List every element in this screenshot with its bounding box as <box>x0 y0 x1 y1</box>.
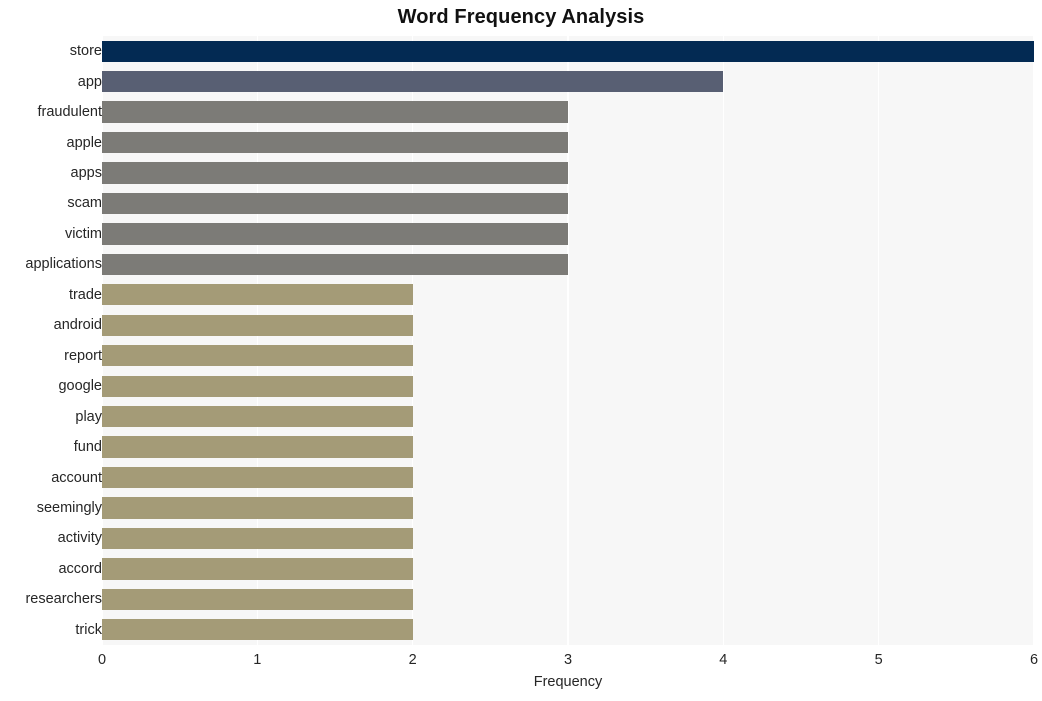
x-tick-label-4: 4 <box>719 652 728 668</box>
x-tick-label-5: 5 <box>874 652 883 668</box>
y-tick-label-play: play <box>75 408 102 425</box>
y-tick-label-account: account <box>51 469 102 486</box>
y-tick-label-app: app <box>77 73 102 90</box>
y-tick-label-report: report <box>64 347 102 364</box>
bar-row <box>102 284 1034 306</box>
bar-seemingly <box>102 497 413 519</box>
x-tick-label-2: 2 <box>408 652 417 668</box>
x-axis-label: Frequency <box>533 674 603 690</box>
y-tick-label-accord: accord <box>58 560 102 577</box>
y-tick-label-store: store <box>69 43 102 60</box>
bar-applications <box>102 253 568 276</box>
y-tick-label-researchers: researchers <box>25 591 102 608</box>
bar-row <box>102 619 1034 641</box>
bar-trade <box>102 284 413 306</box>
bar-row <box>102 588 1034 610</box>
bar-apple <box>102 131 568 154</box>
bar-researchers <box>102 588 413 610</box>
bar-series <box>102 36 1034 645</box>
x-tick-label-1: 1 <box>253 652 262 668</box>
y-tick-label-victim: victim <box>64 225 102 242</box>
bar-row <box>102 71 1034 93</box>
word-frequency-chart: Word Frequency Analysis store app fraudule… <box>0 0 1042 701</box>
bar-activity <box>102 527 413 550</box>
bar-row <box>102 162 1034 184</box>
bar-android <box>102 314 413 336</box>
plot-area <box>101 36 1035 645</box>
bar-play <box>102 405 413 428</box>
bar-fraudulent <box>102 101 568 123</box>
bar-row <box>102 314 1034 336</box>
y-tick-label-fund: fund <box>73 439 102 456</box>
bar-row <box>102 101 1034 123</box>
bar-app <box>102 71 724 93</box>
bar-row <box>102 223 1034 245</box>
x-tick-label-3: 3 <box>563 652 573 668</box>
y-tick-label-google: google <box>58 378 102 395</box>
bar-trick <box>102 619 413 641</box>
y-tick-label-seemingly: seemingly <box>36 499 102 516</box>
bar-scam <box>102 192 568 215</box>
bar-row <box>102 375 1034 397</box>
bar-google <box>102 375 413 397</box>
bar-fund <box>102 436 413 458</box>
bar-row <box>102 345 1034 367</box>
bar-accord <box>102 558 413 580</box>
bar-account <box>102 466 413 489</box>
bar-row <box>102 497 1034 519</box>
bar-row <box>102 192 1034 215</box>
bar-row <box>102 558 1034 580</box>
y-tick-label-apple: apple <box>66 134 102 151</box>
bar-row <box>102 527 1034 550</box>
y-tick-label-activity: activity <box>57 530 102 547</box>
bar-row <box>102 405 1034 428</box>
y-tick-label-applications: applications <box>25 256 102 273</box>
bar-row <box>102 40 1034 62</box>
bar-row <box>102 436 1034 458</box>
chart-title: Word Frequency Analysis <box>397 6 645 28</box>
bar-victim <box>102 223 568 245</box>
bar-report <box>102 345 413 367</box>
bar-row <box>102 253 1034 276</box>
x-tick-label-6: 6 <box>1029 652 1039 668</box>
bar-row <box>102 131 1034 154</box>
x-tick-label-0: 0 <box>97 652 107 668</box>
y-tick-label-trade: trade <box>68 286 102 303</box>
y-tick-label-apps: apps <box>70 165 102 182</box>
y-tick-label-scam: scam <box>67 195 102 212</box>
bar-store <box>102 40 1034 62</box>
bar-apps <box>102 162 568 184</box>
bar-row <box>102 466 1034 489</box>
y-tick-label-trick: trick <box>75 621 102 638</box>
y-tick-label-android: android <box>53 317 102 334</box>
y-tick-label-fraudulent: fraudulent <box>37 104 103 121</box>
